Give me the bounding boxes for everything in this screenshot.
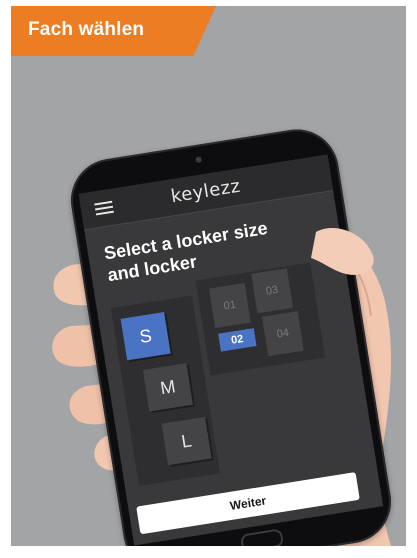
thumb-illustration: [311, 228, 374, 275]
image-frame: Fach wählen keylezz Select a locker size: [11, 6, 406, 546]
